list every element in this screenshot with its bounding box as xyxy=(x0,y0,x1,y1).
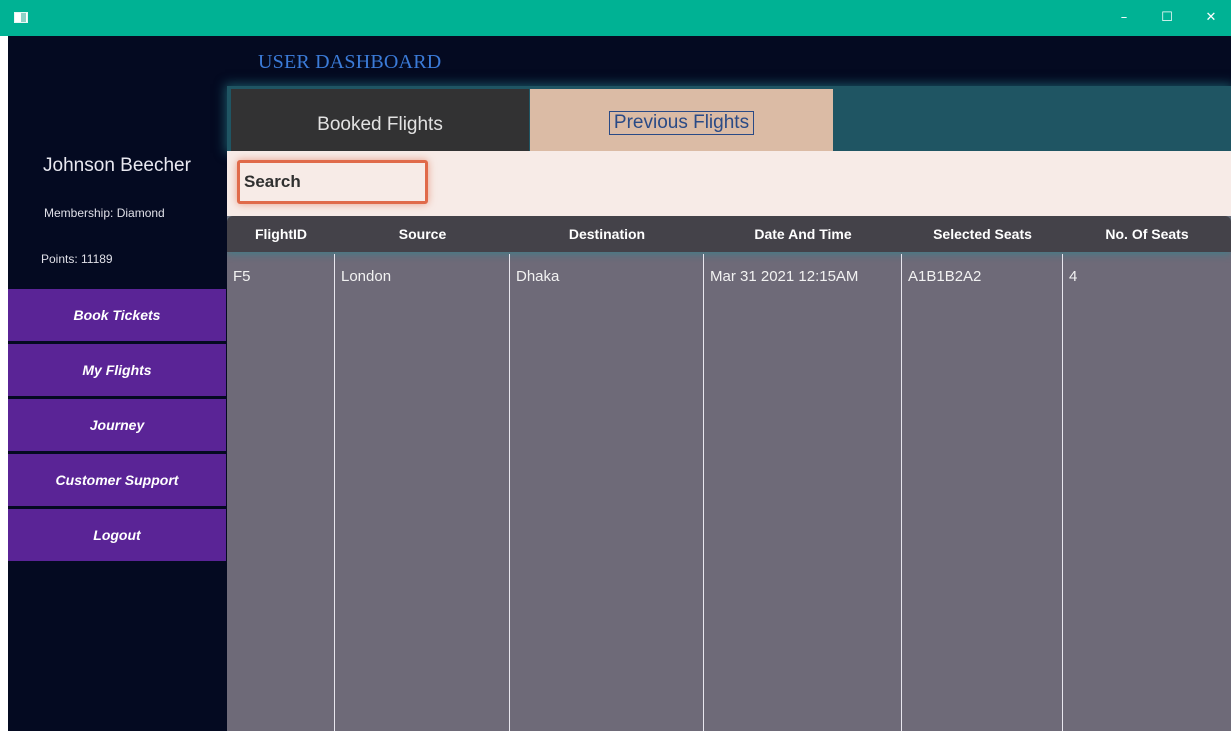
app-window-icon xyxy=(14,12,28,23)
user-name: Johnson Beecher xyxy=(43,155,191,176)
column-header-destination[interactable]: Destination xyxy=(510,216,704,252)
cell-no-of-seats: 4 xyxy=(1069,268,1078,285)
tab-previous-flights-label: Previous Flights xyxy=(608,111,755,135)
close-button[interactable]: ✕ xyxy=(1192,0,1230,36)
journey-button[interactable]: Journey xyxy=(8,399,226,451)
book-tickets-button[interactable]: Book Tickets xyxy=(8,289,226,341)
flights-table: FlightID Source Destination Date And Tim… xyxy=(227,216,1231,731)
tab-strip: Booked Flights Previous Flights xyxy=(227,86,1231,151)
maximize-button[interactable]: ☐ xyxy=(1148,0,1186,36)
column-header-flightid[interactable]: FlightID xyxy=(227,216,335,252)
content-panel: Booked Flights Previous Flights FlightID… xyxy=(227,86,1231,731)
my-flights-button[interactable]: My Flights xyxy=(8,344,226,396)
cell-destination: Dhaka xyxy=(510,254,704,731)
title-bar: – ☐ ✕ xyxy=(0,0,1231,36)
cell-date-time: Mar 31 2021 12:15AM xyxy=(704,254,902,731)
points-label: Points: 11189 xyxy=(41,252,113,266)
column-header-date-time[interactable]: Date And Time xyxy=(704,216,902,252)
column-header-no-of-seats[interactable]: No. Of Seats xyxy=(1063,216,1231,252)
sidebar: Johnson Beecher Membership: Diamond Poin… xyxy=(8,36,226,731)
table-header: FlightID Source Destination Date And Tim… xyxy=(227,216,1231,252)
tab-booked-flights[interactable]: Booked Flights xyxy=(231,89,529,151)
cell-flightid: F5 xyxy=(227,254,335,731)
tab-previous-flights[interactable]: Previous Flights xyxy=(530,89,833,151)
cell-source: London xyxy=(335,254,510,731)
logout-button[interactable]: Logout xyxy=(8,509,226,561)
search-bar xyxy=(227,151,1231,216)
main-window: USER DASHBOARD Johnson Beecher Membershi… xyxy=(8,36,1231,731)
column-header-selected-seats[interactable]: Selected Seats xyxy=(902,216,1063,252)
search-input[interactable] xyxy=(237,160,428,204)
column-header-source[interactable]: Source xyxy=(335,216,510,252)
membership-label: Membership: Diamond xyxy=(44,206,165,220)
table-row[interactable]: F5 London Dhaka Mar 31 2021 12:15AM A1B1… xyxy=(227,254,1231,731)
customer-support-button[interactable]: Customer Support xyxy=(8,454,226,506)
cell-selected-seats: A1B1B2A2 xyxy=(902,254,1063,731)
page-title: USER DASHBOARD xyxy=(258,51,442,73)
minimize-button[interactable]: – xyxy=(1105,0,1143,36)
